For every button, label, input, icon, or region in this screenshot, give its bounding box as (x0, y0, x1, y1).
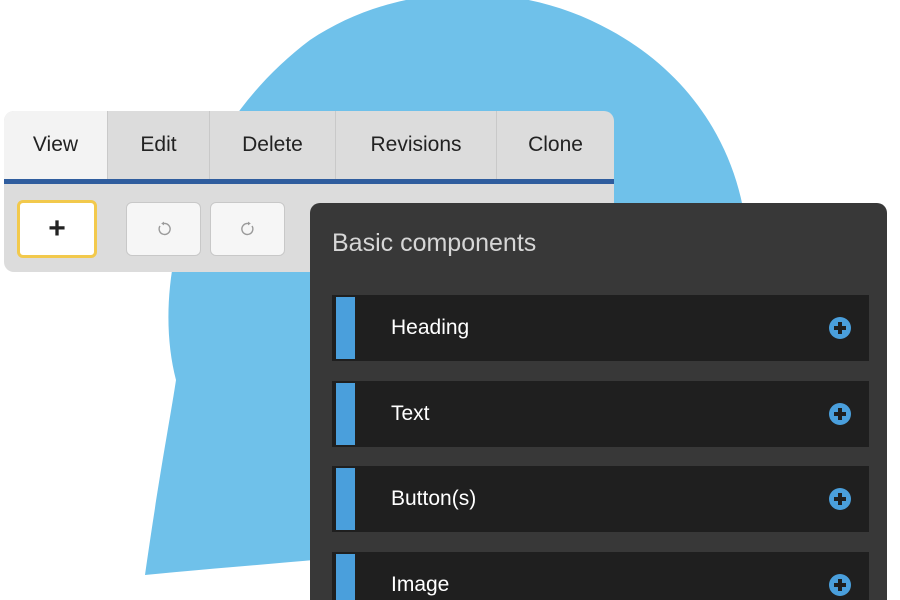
tab-delete[interactable]: Delete (210, 111, 336, 179)
plus-icon: + (48, 212, 66, 245)
plus-circle-icon[interactable] (827, 401, 853, 427)
component-item-label: Button(s) (391, 487, 477, 510)
tab-clone[interactable]: Clone (497, 111, 614, 179)
component-item-buttons[interactable]: Button(s) (332, 466, 869, 532)
component-item-label: Image (391, 573, 450, 596)
component-item-text[interactable]: Text (332, 381, 869, 447)
component-item-image[interactable]: Image (332, 552, 869, 600)
tab-underline (4, 179, 614, 184)
undo-button[interactable] (126, 202, 201, 256)
tab-edit[interactable]: Edit (108, 111, 210, 179)
component-item-label: Text (391, 402, 430, 425)
undo-icon (157, 221, 171, 236)
item-accent-bar (336, 383, 355, 445)
redo-icon (240, 221, 254, 236)
item-accent-bar (336, 297, 355, 359)
tab-revisions[interactable]: Revisions (336, 111, 497, 179)
item-accent-bar (336, 554, 355, 600)
components-panel: Basic components Heading Text Button(s) (310, 203, 887, 600)
canvas: View Edit Delete Revisions Clone + Basic… (0, 0, 900, 600)
item-accent-bar (336, 468, 355, 530)
plus-circle-icon[interactable] (827, 572, 853, 598)
tab-view[interactable]: View (4, 111, 108, 179)
component-item-heading[interactable]: Heading (332, 295, 869, 361)
redo-button[interactable] (210, 202, 285, 256)
panel-title: Basic components (332, 229, 537, 257)
plus-circle-icon[interactable] (827, 486, 853, 512)
add-component-button[interactable]: + (17, 200, 97, 258)
tab-bar: View Edit Delete Revisions Clone (4, 111, 614, 179)
plus-circle-icon[interactable] (827, 315, 853, 341)
component-item-label: Heading (391, 316, 470, 339)
